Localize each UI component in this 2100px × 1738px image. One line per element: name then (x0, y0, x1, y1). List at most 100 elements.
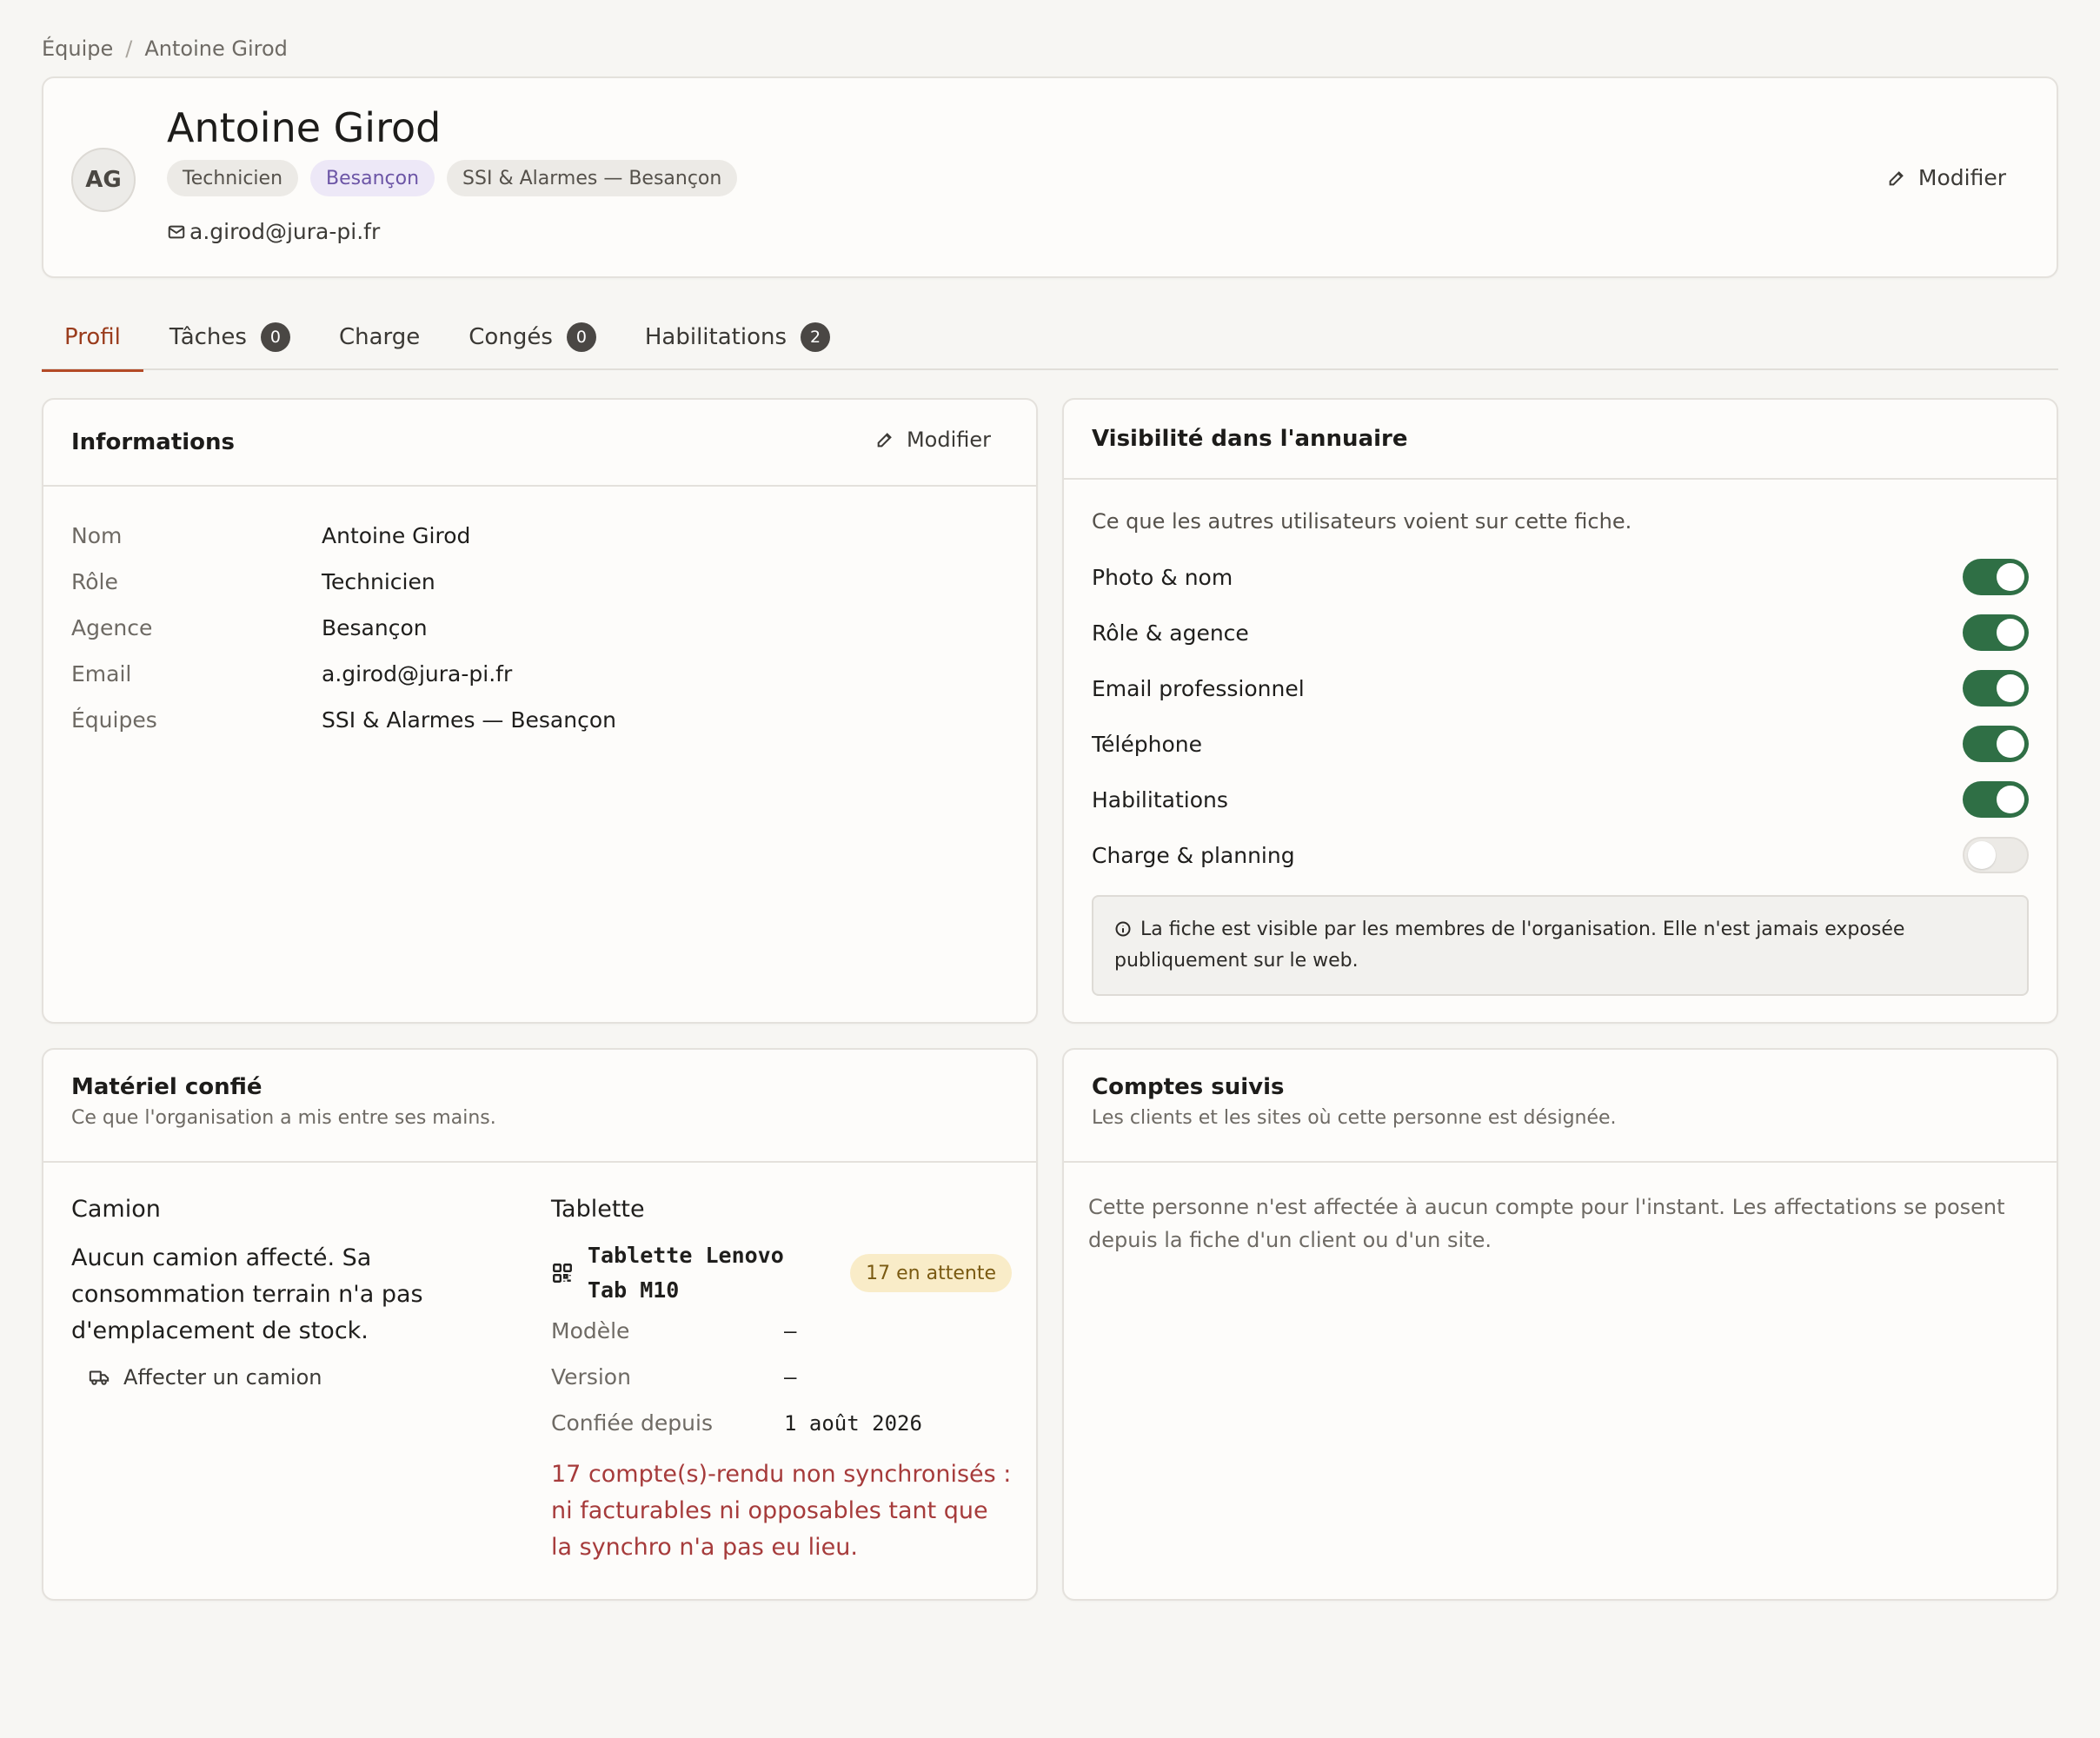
tab-label: Congés (469, 324, 553, 350)
truck-text: Aucun camion affecté. Sa consommation te… (71, 1244, 423, 1344)
info-row: Rôle Technicien (71, 559, 1008, 605)
tab-conges[interactable]: Congés 0 (446, 304, 619, 370)
tablet-key: Modèle (551, 1318, 630, 1343)
profile-email-text: a.girod@jura-pi.fr (189, 219, 381, 244)
toggle-habilitations[interactable] (1963, 781, 2029, 818)
equipment-header: Matériel confié Ce que l'organisation a … (43, 1050, 1036, 1163)
info-value: Antoine Girod (322, 523, 471, 548)
informations-title: Informations (71, 429, 236, 455)
tablet-value: — (784, 1364, 797, 1390)
profile-tabs: Profil Tâches 0 Charge Congés 0 Habilita… (42, 304, 2058, 372)
accounts-empty-message: Cette personne n'est affectée à aucun co… (1088, 1195, 2005, 1252)
profile-email[interactable]: a.girod@jura-pi.fr (167, 219, 380, 244)
toggle-email-professionnel[interactable] (1963, 670, 2029, 706)
informations-header: Informations Modifier (43, 400, 1036, 487)
info-key: Email (71, 661, 132, 687)
assign-truck-button[interactable]: Affecter un camion (89, 1365, 523, 1390)
mail-icon (168, 225, 185, 238)
toggle-photo-nom[interactable] (1963, 559, 2029, 595)
header-edit-button[interactable]: Modifier (1887, 165, 2006, 190)
info-row: Nom Antoine Girod (71, 513, 1008, 559)
equipment-title: Matériel confié (71, 1074, 262, 1100)
header-edit-label: Modifier (1917, 165, 2006, 190)
informations-edit-label: Modifier (906, 428, 991, 452)
info-value: a.girod@jura-pi.fr (322, 661, 513, 687)
tab-label: Tâches (169, 324, 247, 350)
tablet-section: Tablette Tablette Lenovo Tab M10 17 en a… (551, 1196, 1012, 1566)
tablet-line: Tablette Lenovo Tab M10 17 en attente (551, 1238, 1012, 1308)
info-value: SSI & Alarmes — Besançon (322, 707, 616, 733)
visibility-row-charge: Charge & planning (1092, 827, 2029, 883)
informations-edit-button[interactable]: Modifier (875, 428, 991, 452)
info-key: Rôle (71, 569, 118, 594)
info-value: Technicien (322, 569, 435, 594)
breadcrumb-separator: / (125, 36, 133, 61)
visibility-notice: La fiche est visible par les membres de … (1092, 895, 2029, 996)
assign-truck-label: Affecter un camion (123, 1365, 322, 1390)
team-chip: SSI & Alarmes — Besançon (447, 160, 738, 196)
tablet-value: — (784, 1318, 797, 1343)
toggle-label: Habilitations (1092, 786, 1228, 813)
visibility-title: Visibilité dans l'annuaire (1092, 426, 1408, 452)
pencil-icon (877, 433, 892, 448)
pencil-icon (1889, 170, 1904, 185)
tab-charge[interactable]: Charge (316, 304, 442, 370)
toggle-label: Téléphone (1092, 731, 1202, 757)
tablet-row: Modèle — (551, 1308, 1012, 1354)
profile-header-card: AG Antoine Girod Technicien Besançon SSI… (42, 76, 2058, 278)
sync-warning: 17 compte(s)-rendu non synchronisés : ni… (551, 1461, 1012, 1561)
truck-icon (89, 1370, 110, 1385)
pending-badge: 17 en attente (850, 1254, 1012, 1292)
toggle-label: Photo & nom (1092, 564, 1233, 590)
informations-card: Informations Modifier Nom Antoine Girod R… (42, 398, 1038, 1024)
info-key: Nom (71, 523, 123, 548)
visibility-body: Ce que les autres utilisateurs voient su… (1064, 480, 2057, 996)
toggle-telephone[interactable] (1963, 726, 2029, 762)
accounts-subtitle: Les clients et les sites où cette person… (1092, 1107, 1617, 1129)
info-value: Besançon (322, 615, 428, 640)
profile-name: Antoine Girod (167, 104, 442, 151)
visibility-description: Ce que les autres utilisateurs voient su… (1092, 509, 1632, 534)
tab-profil[interactable]: Profil (42, 304, 143, 372)
accounts-title: Comptes suivis (1092, 1074, 1285, 1100)
tab-count-badge: 0 (260, 322, 290, 352)
page: Équipe / Antoine Girod AG Antoine Girod … (0, 0, 2100, 1738)
visibility-row-role: Rôle & agence (1092, 605, 2029, 660)
breadcrumb-current: Antoine Girod (144, 36, 288, 61)
informations-list: Nom Antoine Girod Rôle Technicien Agence Be… (43, 487, 1036, 743)
info-key: Agence (71, 615, 153, 640)
truck-section: Camion Aucun camion affecté. Sa consomma… (71, 1196, 523, 1390)
toggle-label: Rôle & agence (1092, 620, 1249, 646)
info-key: Équipes (71, 707, 157, 733)
equipment-subtitle: Ce que l'organisation a mis entre ses ma… (71, 1107, 496, 1129)
info-row: Agence Besançon (71, 605, 1008, 651)
tablet-key: Confiée depuis (551, 1410, 713, 1436)
avatar: AG (71, 148, 136, 212)
role-chip: Technicien (167, 160, 299, 196)
truck-title: Camion (71, 1196, 161, 1223)
visibility-row-photo: Photo & nom (1092, 549, 2029, 605)
breadcrumb-parent[interactable]: Équipe (42, 36, 113, 61)
tablet-row: Confiée depuis 1 août 2026 (551, 1400, 1012, 1446)
breadcrumb: Équipe / Antoine Girod (42, 36, 288, 61)
tab-label: Habilitations (644, 324, 788, 350)
toggle-charge-planning[interactable] (1963, 837, 2029, 873)
visibility-row-telephone: Téléphone (1092, 716, 2029, 772)
visibility-row-habilitations: Habilitations (1092, 772, 2029, 827)
info-row: Équipes SSI & Alarmes — Besançon (71, 697, 1008, 743)
toggle-label: Email professionnel (1092, 675, 1305, 701)
tab-taches[interactable]: Tâches 0 (147, 304, 313, 370)
profile-chips: Technicien Besançon SSI & Alarmes — Besa… (167, 160, 738, 196)
tablet-key: Version (551, 1364, 631, 1390)
equipment-card: Matériel confié Ce que l'organisation a … (42, 1048, 1038, 1601)
visibility-row-email: Email professionnel (1092, 660, 2029, 716)
toggle-role-agence[interactable] (1963, 614, 2029, 651)
tablet-name: Tablette Lenovo Tab M10 (588, 1243, 784, 1303)
tablet-value: 1 août 2026 (784, 1410, 922, 1436)
tablet-row: Version — (551, 1354, 1012, 1400)
info-icon (1115, 921, 1131, 937)
toggle-label: Charge & planning (1092, 842, 1295, 868)
qr-code-icon (553, 1264, 572, 1283)
info-row: Email a.girod@jura-pi.fr (71, 651, 1008, 697)
tab-habilitations[interactable]: Habilitations 2 (622, 304, 853, 370)
